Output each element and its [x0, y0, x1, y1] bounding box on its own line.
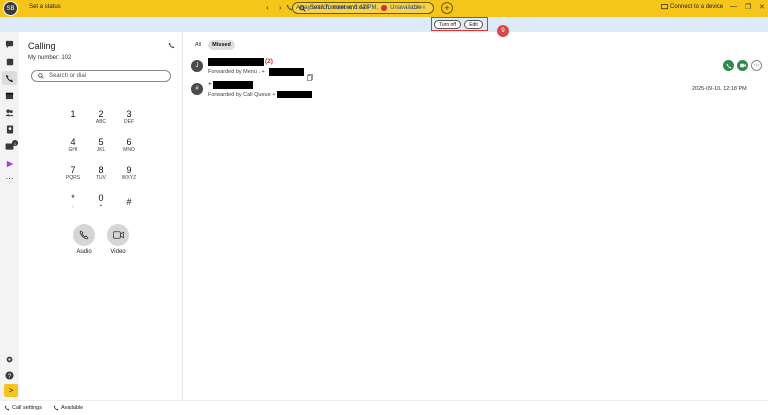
forwarded-by-text: Forwarded by Call Queue + — [208, 92, 276, 98]
unavailable-text: Unavailable — [390, 4, 422, 11]
voicemail-badge: 1 — [12, 140, 18, 146]
my-number: My number: 102 — [28, 55, 72, 61]
redacted-number — [277, 91, 312, 98]
calling-icon[interactable] — [5, 74, 14, 83]
turn-off-button[interactable]: Turn off — [434, 20, 461, 29]
unavailable-dot-icon — [381, 4, 388, 11]
dialpad-key-4[interactable]: 4 GHI — [61, 137, 85, 153]
dialpad-key-hash[interactable]: # — [117, 197, 141, 207]
back-arrow-icon[interactable]: ‹ — [266, 3, 269, 13]
dialpad-key-7[interactable]: 7 PQRS — [61, 165, 85, 181]
step-badge: 9 — [497, 25, 509, 37]
phone-settings-icon — [4, 405, 10, 411]
copy-icon[interactable] — [307, 68, 313, 86]
messaging-icon[interactable] — [5, 40, 14, 49]
call-history-icon[interactable] — [168, 42, 175, 51]
number-prefix: + — [208, 81, 212, 88]
call-settings-button[interactable]: Call settings — [4, 405, 42, 411]
tab-missed[interactable]: Missed — [208, 40, 235, 50]
directory-icon[interactable] — [5, 125, 14, 134]
dial-search-input[interactable]: Search or dial — [31, 70, 171, 82]
audio-label: Audio — [76, 249, 92, 255]
call-timestamp: 2025-09-10, 12:18 PM — [692, 86, 747, 92]
svg-text:?: ? — [8, 373, 12, 380]
phone-icon — [726, 63, 731, 68]
contact-avatar: # — [191, 83, 203, 95]
search-icon — [38, 73, 44, 79]
more-options-icon: ⋯ — [753, 63, 760, 69]
redacted-name — [208, 58, 264, 66]
device-icon — [661, 4, 668, 10]
go-to-app-button[interactable]: > — [4, 384, 18, 397]
availability-button[interactable]: Available — [53, 405, 83, 411]
connect-device-button[interactable]: Connect to a device — [661, 4, 723, 10]
redacted-name — [213, 81, 253, 89]
dial-search-placeholder: Search or dial — [49, 73, 87, 79]
dialpad-key-star[interactable]: *, — [61, 193, 85, 209]
edit-button[interactable]: Edit — [464, 20, 483, 29]
call-back-button[interactable] — [723, 60, 734, 71]
calling-panel — [19, 32, 183, 400]
help-icon[interactable]: ? — [5, 371, 14, 380]
dialpad-key-3[interactable]: 3 DEF — [117, 109, 141, 125]
meetings-icon[interactable] — [5, 91, 14, 100]
away-status-message: Away until Tomorrow, 3:47 PM, Unavailabl… — [286, 4, 422, 11]
dialpad-key-1[interactable]: 1 — [61, 109, 85, 119]
set-status-link[interactable]: Set a status — [29, 4, 61, 10]
video-call-button[interactable] — [107, 224, 129, 246]
page-title: Calling — [28, 41, 56, 51]
apps-icon[interactable] — [5, 159, 14, 168]
dialpad-key-5[interactable]: 5 JKL — [89, 137, 113, 153]
close-button[interactable]: ✕ — [759, 3, 765, 11]
redacted-number — [269, 68, 304, 76]
status-bar — [0, 400, 768, 415]
more-options-button[interactable]: ⋯ — [751, 60, 762, 71]
video-call-back-button[interactable] — [737, 60, 748, 71]
away-text: Away until Tomorrow, 3:47 PM, — [296, 4, 379, 11]
phone-icon — [79, 230, 89, 240]
missed-count: (2) — [265, 58, 273, 65]
audio-call-button[interactable] — [73, 224, 95, 246]
new-item-button[interactable]: + — [441, 2, 453, 14]
availability-label: Available — [61, 405, 84, 411]
minimize-button[interactable]: — — [730, 3, 737, 10]
connect-device-label: Connect to a device — [670, 4, 724, 10]
contact-avatar: J — [191, 60, 203, 72]
forward-arrow-icon[interactable]: › — [279, 3, 282, 13]
teams-icon[interactable] — [5, 57, 14, 66]
dialpad-key-2[interactable]: 2 ABC — [89, 109, 113, 125]
tab-all[interactable]: All — [192, 40, 204, 50]
video-camera-icon — [112, 231, 124, 239]
more-icon[interactable]: ⋯ — [5, 174, 14, 183]
dialpad-key-6[interactable]: 6 MNO — [117, 137, 141, 153]
contacts-icon[interactable] — [5, 108, 14, 117]
away-status-banner — [0, 17, 768, 32]
phone-forward-icon — [286, 4, 293, 11]
user-avatar[interactable]: SB — [3, 1, 18, 16]
phone-available-icon — [53, 405, 59, 411]
restore-button[interactable]: ❐ — [745, 3, 751, 11]
forwarded-by-text: Forwarded by Menu . + — [208, 69, 265, 75]
call-settings-label: Call settings — [12, 405, 42, 411]
dialpad-key-9[interactable]: 9 WXYZ — [117, 165, 141, 181]
video-label: Video — [110, 249, 126, 255]
dialpad-key-0[interactable]: 0 + — [89, 193, 113, 209]
settings-gear-icon[interactable] — [5, 355, 14, 364]
video-camera-icon — [739, 63, 746, 68]
dialpad-key-8[interactable]: 8 TUV — [89, 165, 113, 181]
